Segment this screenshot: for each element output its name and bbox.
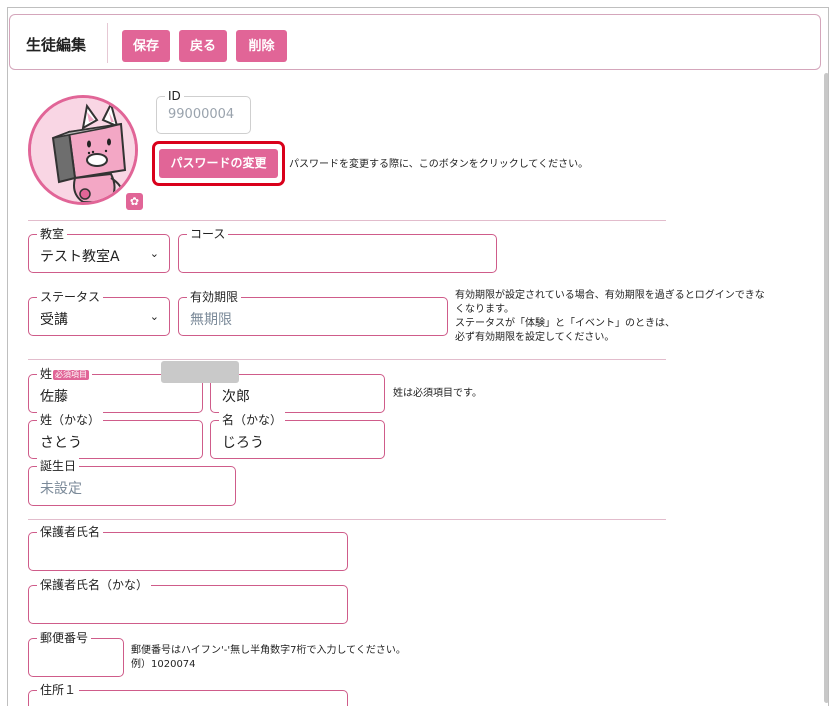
guardian-name-kana-label: 保護者氏名（かな） (37, 577, 152, 593)
classroom-value: テスト教室A (40, 249, 120, 265)
id-value: 99000004 (168, 107, 235, 122)
header-bar: 生徒編集 保存 戻る 削除 (9, 14, 821, 70)
password-note: パスワードを変更する際に、このボタンをクリックしてください。 (289, 159, 589, 170)
save-button[interactable]: 保存 (122, 30, 170, 62)
chevron-down-icon: ⌄ (149, 310, 159, 323)
last-name-kana-value: さとう (40, 435, 82, 451)
gear-icon[interactable]: ✿ (126, 193, 143, 210)
header-divider (107, 23, 108, 63)
divider (28, 359, 666, 360)
scrollbar-thumb[interactable] (824, 73, 828, 703)
back-button[interactable]: 戻る (179, 30, 227, 62)
password-button-highlight: パスワードの変更 (152, 141, 285, 186)
course-label: コース (187, 226, 229, 242)
postal-code-label: 郵便番号 (37, 630, 92, 646)
student-edit-panel: 生徒編集 保存 戻る 削除 ✿ ID 99000004 パスワードの変更 パスワ… (7, 7, 829, 706)
address1-input[interactable]: 住所１ (28, 682, 348, 706)
last-name-kana-input[interactable]: 姓（かな） さとう (28, 412, 203, 459)
last-name-value: 佐藤 (40, 389, 68, 405)
guardian-name-kana-input[interactable]: 保護者氏名（かな） (28, 577, 348, 624)
expiry-placeholder: 無期限 (190, 312, 232, 328)
expiry-label: 有効期限 (187, 289, 242, 305)
required-badge: 必須項目 (53, 369, 90, 380)
page-title: 生徒編集 (26, 36, 87, 54)
expiry-input[interactable]: 有効期限 無期限 (178, 289, 448, 336)
id-label: ID (165, 88, 184, 104)
divider (28, 519, 666, 520)
guardian-name-input[interactable]: 保護者氏名 (28, 524, 348, 571)
postal-note: 郵便番号はハイフン'-'無し半角数字7桁で入力してください。 例）1020074 (131, 645, 406, 670)
expiry-note: 有効期限が設定されている場合、有効期限を過ぎるとログインできな くなります。 ス… (455, 290, 765, 343)
status-select[interactable]: ステータス 受講 ⌄ (28, 289, 170, 336)
classroom-select[interactable]: 教室 テスト教室A ⌄ (28, 226, 170, 273)
delete-button[interactable]: 削除 (236, 30, 287, 62)
change-password-button[interactable]: パスワードの変更 (159, 149, 278, 178)
tooltip (161, 361, 239, 383)
scrollbar[interactable] (823, 71, 828, 706)
guardian-name-label: 保護者氏名 (37, 524, 104, 540)
first-name-kana-label: 名（かな） (219, 412, 286, 428)
postal-code-input[interactable]: 郵便番号 (28, 630, 124, 677)
name-note: 姓は必須項目です。 (393, 388, 482, 399)
first-name-value: 次郎 (222, 389, 250, 405)
chevron-down-icon: ⌄ (149, 247, 159, 260)
status-label: ステータス (37, 289, 104, 305)
divider (28, 220, 666, 221)
mascot-avatar-icon (31, 98, 135, 202)
birthday-input[interactable]: 誕生日 未設定 (28, 458, 236, 506)
birthday-label: 誕生日 (37, 458, 80, 474)
last-name-kana-label: 姓（かな） (37, 412, 104, 428)
birthday-placeholder: 未設定 (40, 481, 82, 497)
course-input[interactable]: コース (178, 226, 497, 273)
last-name-label: 姓必須項目 (37, 366, 93, 382)
id-field: ID 99000004 (156, 88, 251, 134)
first-name-kana-input[interactable]: 名（かな） じろう (210, 412, 385, 459)
avatar[interactable] (28, 95, 138, 205)
status-value: 受講 (40, 312, 68, 328)
classroom-label: 教室 (37, 226, 68, 242)
address1-label: 住所１ (37, 682, 80, 698)
first-name-kana-value: じろう (222, 435, 264, 451)
